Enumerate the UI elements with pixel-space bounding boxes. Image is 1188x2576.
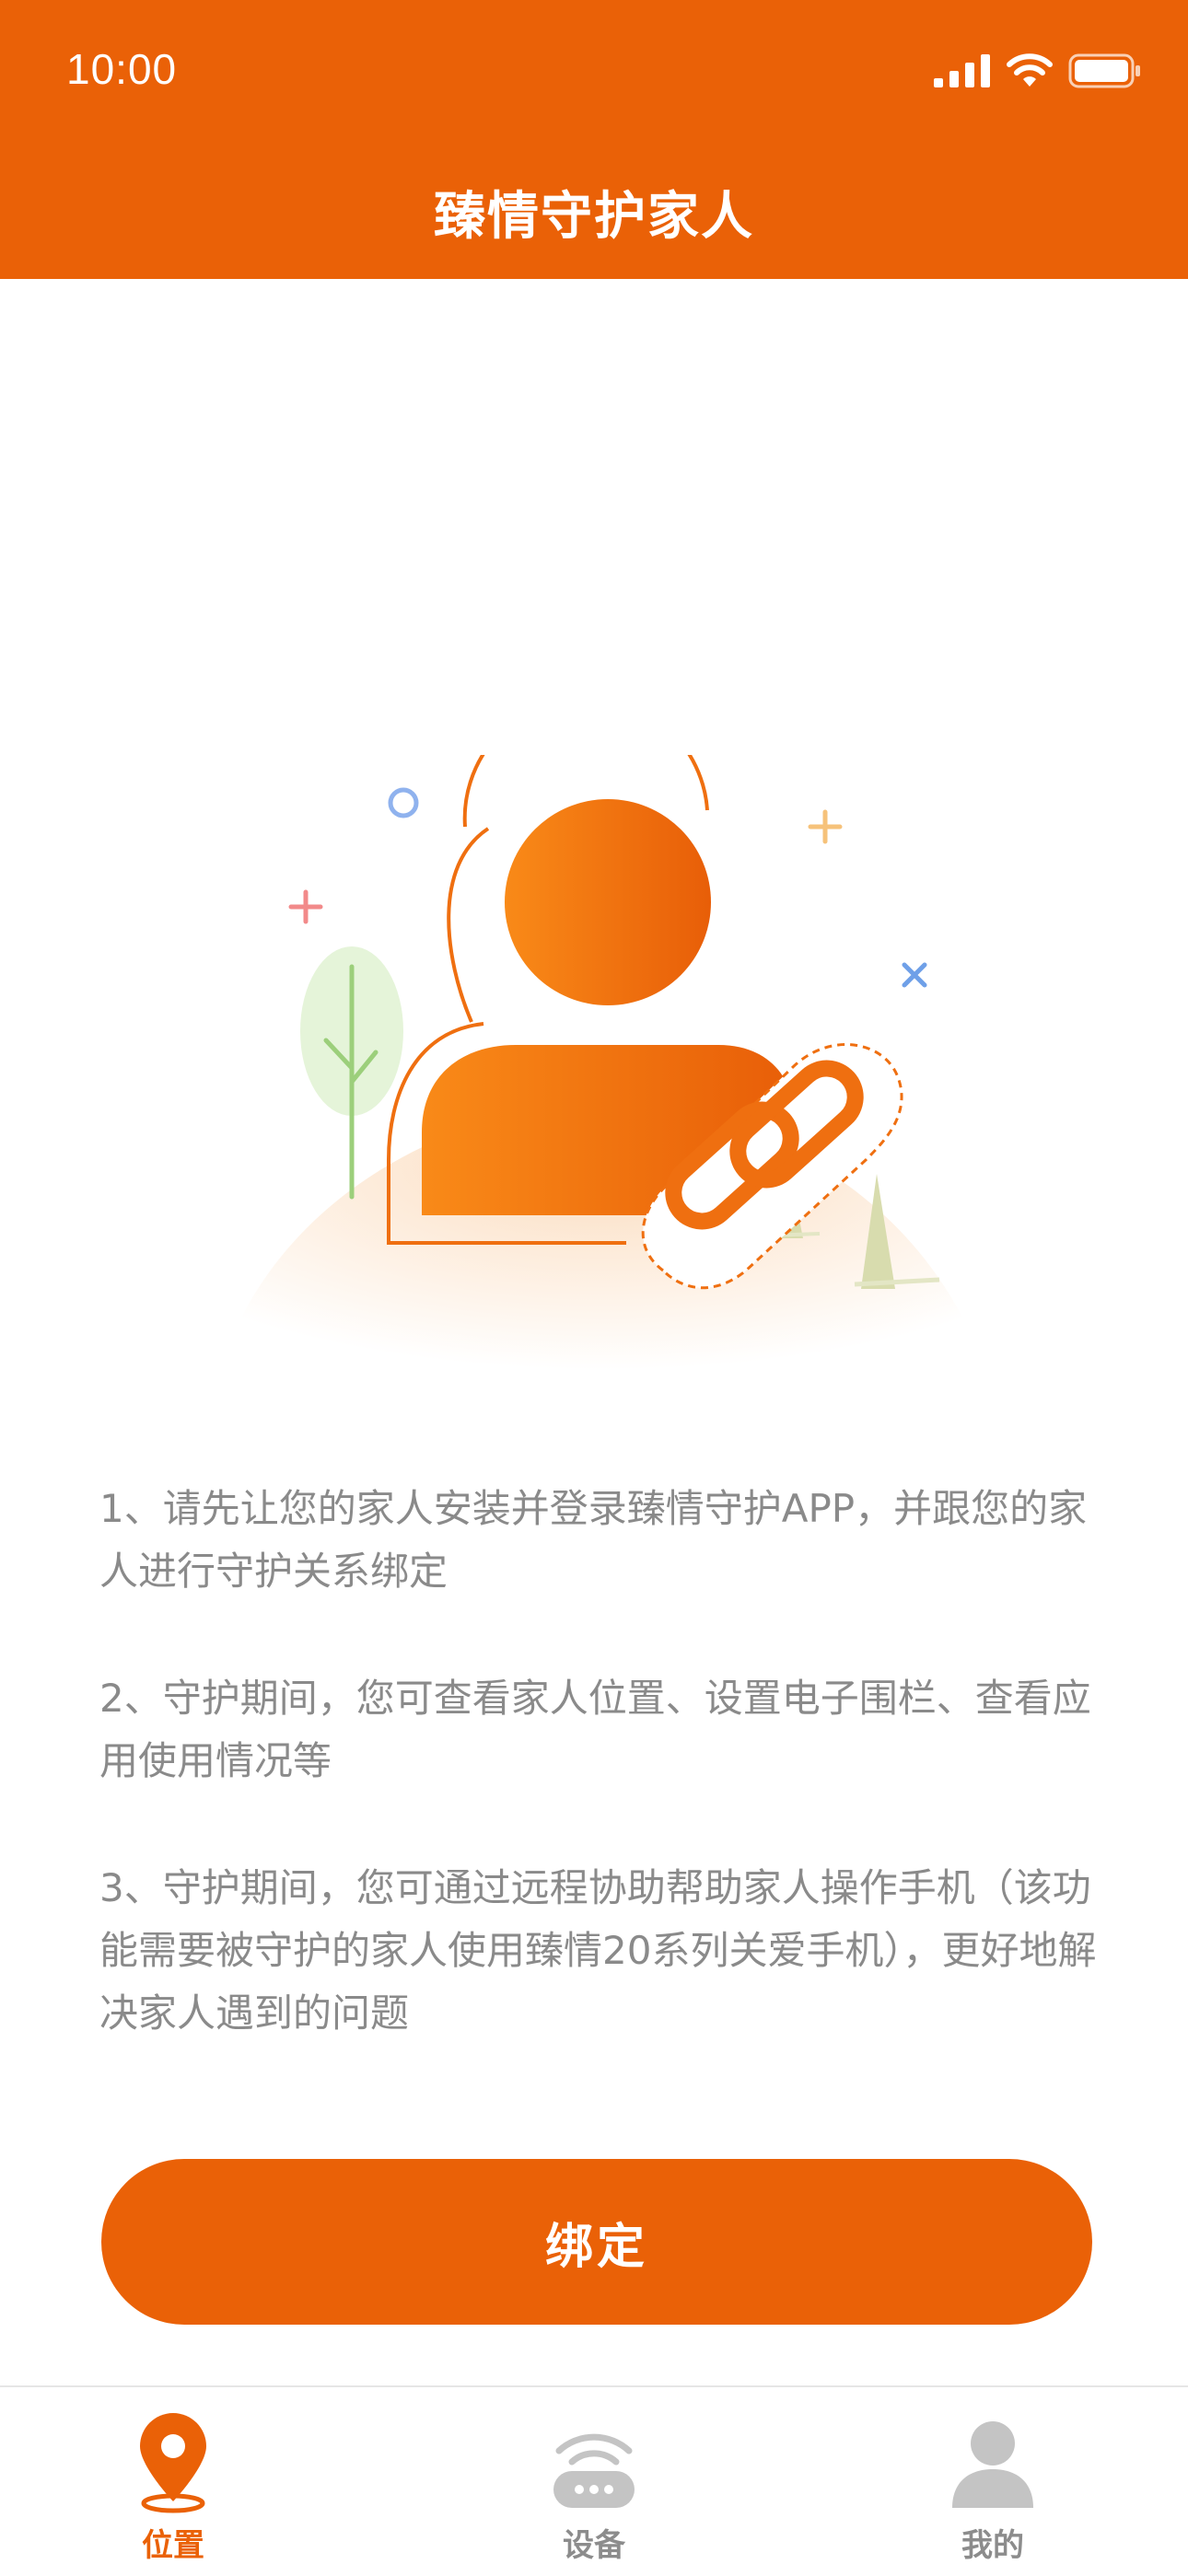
instruction-item: 3、守护期间，您可通过远程协助帮助家人操作手机（该功能需要被守护的家人使用臻情2… xyxy=(99,1865,1097,2036)
signal-icon xyxy=(934,54,990,87)
tab-bar: 位置 设备 我的 xyxy=(0,2385,1188,2576)
tab-label: 位置 xyxy=(142,2527,204,2564)
app-header: 10:00 臻情守护家人 xyxy=(0,0,1188,279)
location-pin-icon xyxy=(136,2413,210,2514)
wifi-icon xyxy=(1007,53,1053,87)
bind-button[interactable]: 绑定 xyxy=(101,2159,1092,2325)
tab-location[interactable]: 位置 xyxy=(81,2387,265,2576)
device-wifi-icon xyxy=(550,2413,638,2514)
instructions: 1、请先让您的家人安装并登录臻情守护APP，并跟您的家人进行守护关系绑定 2、守… xyxy=(99,1478,1103,2109)
tab-label: 我的 xyxy=(961,2527,1024,2564)
status-icons xyxy=(934,48,1142,94)
page-title: 臻情守护家人 xyxy=(434,187,754,247)
person-icon xyxy=(949,2413,1037,2514)
instruction-item: 2、守护期间，您可查看家人位置、设置电子围栏、查看应用使用情况等 xyxy=(99,1676,1091,1783)
tab-mine[interactable]: 我的 xyxy=(901,2387,1085,2576)
guardian-link-illustration xyxy=(212,755,995,1399)
battery-icon xyxy=(1068,53,1140,88)
status-time: 10:00 xyxy=(66,45,178,93)
tab-label: 设备 xyxy=(563,2527,625,2564)
instruction-item: 1、请先让您的家人安装并登录臻情守护APP，并跟您的家人进行守护关系绑定 xyxy=(99,1486,1088,1594)
tab-device[interactable]: 设备 xyxy=(502,2387,686,2576)
